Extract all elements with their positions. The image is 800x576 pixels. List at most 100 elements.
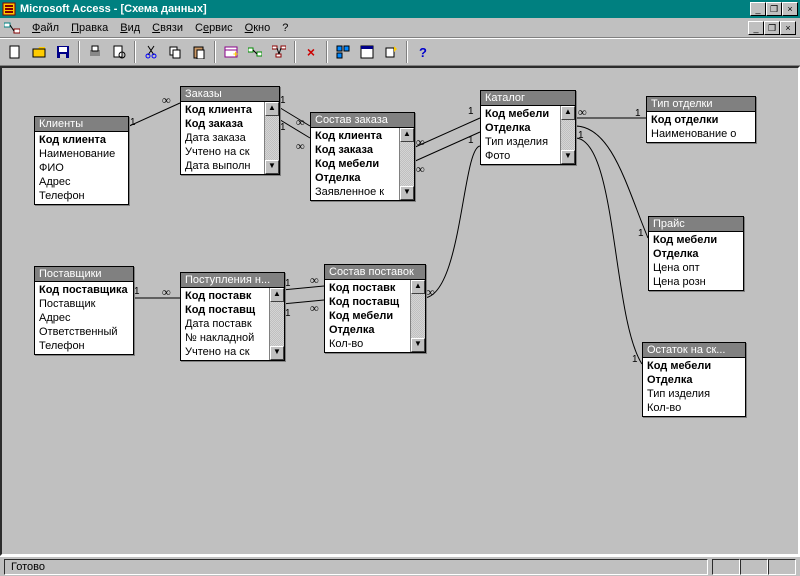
field[interactable]: Код поставщика [35,283,133,297]
field[interactable]: Код заказа [311,143,399,157]
minimize-button[interactable]: _ [750,2,766,16]
field[interactable]: Код отделки [647,113,755,127]
show-direct-button[interactable] [244,41,266,63]
field[interactable]: Дата выполн [181,159,264,173]
scroll-up[interactable]: ▲ [270,288,284,302]
table-title[interactable]: Прайс [649,217,743,232]
table-orders[interactable]: Заказы Код клиентаКод заказаДата заказаУ… [180,86,280,175]
menu-file[interactable]: ФФайлайл [26,20,65,36]
field[interactable]: Дата заказа [181,131,264,145]
maximize-button[interactable]: ❐ [766,2,782,16]
field[interactable]: ФИО [35,161,128,175]
print-preview-button[interactable] [108,41,130,63]
field[interactable]: Код мебели [649,233,743,247]
print-button[interactable] [84,41,106,63]
scroll-up[interactable]: ▲ [561,106,575,120]
field[interactable]: Учтено на ск [181,345,269,359]
scroll-up[interactable]: ▲ [265,102,279,116]
field[interactable]: № накладной [181,331,269,345]
field[interactable]: Отделка [311,171,399,185]
layout-button[interactable] [332,41,354,63]
table-suppliers[interactable]: Поставщики Код поставщикаПоставщикАдресО… [34,266,134,355]
menu-view[interactable]: Вид [114,20,146,36]
menu-tools[interactable]: Сервис [189,20,239,36]
field[interactable]: Телефон [35,189,128,203]
field[interactable]: Тип изделия [481,135,560,149]
scroll-up[interactable]: ▲ [400,128,414,142]
table-stock[interactable]: Остаток на ск... Код мебелиОтделкаТип из… [642,342,746,417]
table-price[interactable]: Прайс Код мебелиОтделкаЦена оптЦена розн [648,216,744,291]
field[interactable]: Код заказа [181,117,264,131]
field[interactable]: Адрес [35,311,133,325]
scroll-down[interactable]: ▼ [270,346,284,360]
table-title[interactable]: Поставщики [35,267,133,282]
table-clients[interactable]: Клиенты Код клиентаНаименованиеФИОАдресТ… [34,116,129,205]
table-shipment-content[interactable]: Состав поставок Код поставкКод поставщКо… [324,264,426,353]
copy-button[interactable] [164,41,186,63]
field[interactable]: Отделка [325,323,410,337]
table-finish-type[interactable]: Тип отделки Код отделкиНаименование о [646,96,756,143]
table-title[interactable]: Состав заказа [311,113,414,128]
show-all-button[interactable] [268,41,290,63]
field[interactable]: Отделка [649,247,743,261]
field[interactable]: Цена розн [649,275,743,289]
delete-button[interactable]: × [300,41,322,63]
scrollbar[interactable]: ▲▼ [264,102,279,174]
table-shipments[interactable]: Поступления н... Код поставкКод поставщД… [180,272,285,361]
field[interactable]: Дата поставк [181,317,269,331]
scroll-down[interactable]: ▼ [265,160,279,174]
field[interactable]: Код мебели [481,107,560,121]
menu-window[interactable]: Окно [239,20,277,36]
field[interactable]: Поставщик [35,297,133,311]
open-button[interactable] [28,41,50,63]
field[interactable]: Код мебели [643,359,745,373]
new-button[interactable] [4,41,26,63]
field[interactable]: Код мебели [311,157,399,171]
paste-button[interactable] [188,41,210,63]
save-button[interactable] [52,41,74,63]
mdi-minimize-button[interactable]: _ [748,21,764,35]
field[interactable]: Отделка [643,373,745,387]
field[interactable]: Код поставк [181,289,269,303]
field[interactable]: Фото [481,149,560,163]
help-button[interactable]: ? [412,41,434,63]
scroll-up[interactable]: ▲ [411,280,425,294]
table-order-content[interactable]: Состав заказа Код клиентаКод заказаКод м… [310,112,415,201]
field[interactable]: Цена опт [649,261,743,275]
field[interactable]: Заявленное к [311,185,399,199]
field[interactable]: Тип изделия [643,387,745,401]
close-button[interactable]: × [782,2,798,16]
field[interactable]: Ответственный [35,325,133,339]
scrollbar[interactable]: ▲▼ [269,288,284,360]
database-window-button[interactable] [356,41,378,63]
new-object-button[interactable] [380,41,402,63]
field[interactable]: Код мебели [325,309,410,323]
scrollbar[interactable]: ▲▼ [410,280,425,352]
mdi-restore-button[interactable]: ❐ [764,21,780,35]
scroll-down[interactable]: ▼ [400,186,414,200]
field[interactable]: Отделка [481,121,560,135]
field[interactable]: Наименование [35,147,128,161]
show-table-button[interactable]: + [220,41,242,63]
scroll-down[interactable]: ▼ [411,338,425,352]
field[interactable]: Кол-во [643,401,745,415]
table-title[interactable]: Состав поставок [325,265,425,280]
table-title[interactable]: Остаток на ск... [643,343,745,358]
field[interactable]: Адрес [35,175,128,189]
relationships-canvas[interactable]: 1 ∞ 1 ∞ 1 ∞ ∞ 1 ∞ 1 ∞ 1 1 1 1 1 ∞ 1 ∞ 1 [0,66,800,556]
scrollbar[interactable]: ▲▼ [560,106,575,164]
field[interactable]: Кол-во [325,337,410,351]
scroll-down[interactable]: ▼ [561,150,575,164]
menu-relations[interactable]: Связи [146,20,189,36]
menu-help[interactable]: ? [276,20,294,36]
table-title[interactable]: Поступления н... [181,273,284,288]
field[interactable]: Код клиента [181,103,264,117]
scrollbar[interactable]: ▲▼ [399,128,414,200]
field[interactable]: Код клиента [311,129,399,143]
field[interactable]: Учтено на ск [181,145,264,159]
field[interactable]: Код клиента [35,133,128,147]
table-title[interactable]: Тип отделки [647,97,755,112]
field[interactable]: Телефон [35,339,133,353]
field[interactable]: Код поставк [325,281,410,295]
table-title[interactable]: Клиенты [35,117,128,132]
